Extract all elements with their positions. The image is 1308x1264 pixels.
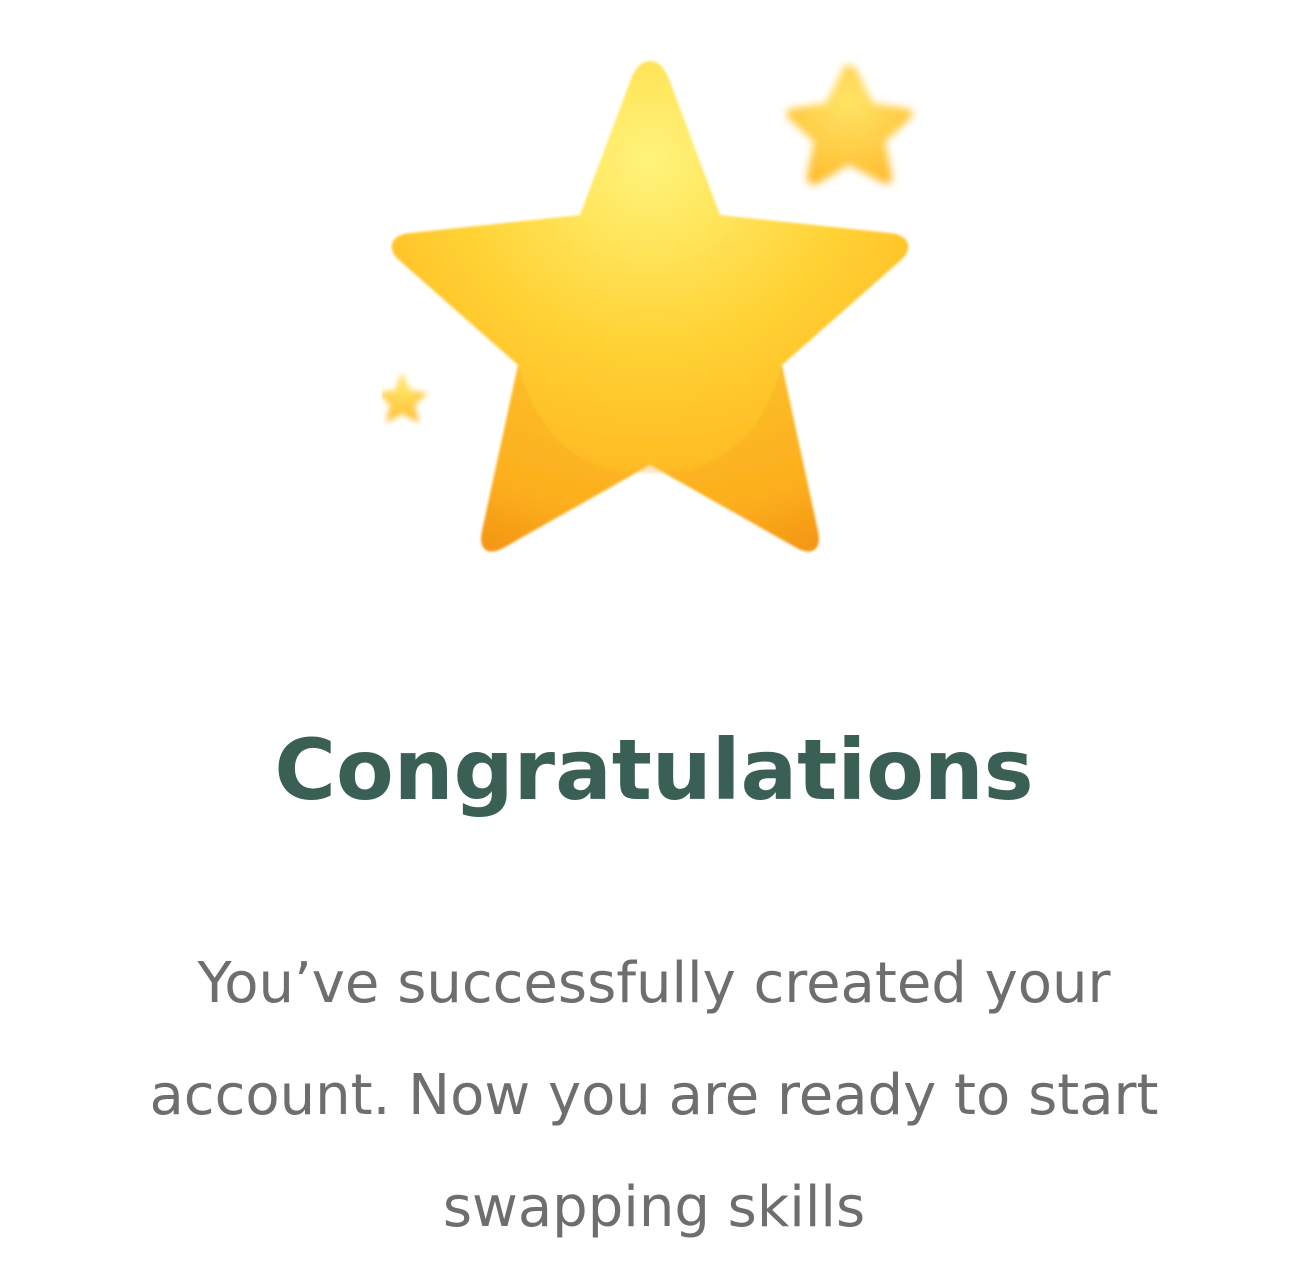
success-message-line: swapping skills [442, 1175, 866, 1240]
stars-icon [382, 55, 927, 555]
success-message-line: You’ve successfully created your [197, 951, 1111, 1016]
tiny-star-icon [382, 373, 428, 423]
success-screen: Congratulations You’ve successfully crea… [0, 0, 1308, 1264]
congratulations-title: Congratulations [274, 721, 1034, 819]
small-star-icon [786, 65, 913, 185]
success-message-line: account. Now you are ready to start [149, 1063, 1159, 1128]
success-message: You’ve successfully created your account… [40, 928, 1268, 1264]
